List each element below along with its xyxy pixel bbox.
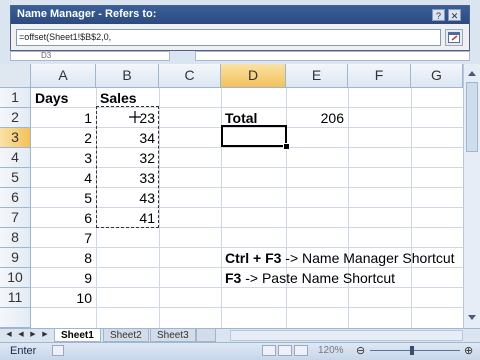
cell-b1[interactable]: Sales — [100, 88, 137, 108]
first-sheet-icon[interactable]: ◀ — [4, 330, 14, 340]
cell-a4[interactable]: 3 — [31, 148, 96, 168]
row-header-1[interactable]: 1 — [0, 88, 31, 108]
row-header-4[interactable]: 4 — [0, 148, 31, 168]
close-button[interactable]: ✕ — [448, 9, 461, 21]
fill-handle[interactable] — [283, 143, 290, 150]
zoom-level[interactable]: 120% — [318, 345, 344, 356]
cell-e2[interactable]: 206 — [286, 108, 348, 128]
column-header-f[interactable]: F — [348, 64, 411, 88]
tab-sheet1[interactable]: Sheet1 — [54, 329, 101, 342]
macro-record-icon[interactable] — [52, 345, 64, 356]
scroll-thumb[interactable] — [466, 82, 478, 152]
normal-view-icon[interactable] — [262, 345, 276, 356]
row-header-8[interactable]: 8 — [0, 228, 31, 248]
row-header-3[interactable]: 3 — [0, 128, 31, 148]
cell-b4[interactable]: 32 — [96, 148, 159, 168]
active-cell-d3[interactable] — [221, 125, 287, 147]
column-header-c[interactable]: C — [159, 64, 221, 88]
cell-a2[interactable]: 1 — [31, 108, 96, 128]
row-header-9[interactable]: 9 — [0, 248, 31, 268]
cell-a3[interactable]: 2 — [31, 128, 96, 148]
dialog-title-bar[interactable]: Name Manager - Refers to: ? ✕ — [11, 6, 469, 24]
shortcut-key: Ctrl + F3 — [225, 250, 282, 266]
scroll-up-icon[interactable] — [467, 69, 477, 77]
cell-a9[interactable]: 8 — [31, 248, 96, 268]
zoom-slider[interactable] — [370, 350, 460, 351]
gridline — [31, 307, 468, 308]
cell-d10[interactable]: F3 -> Paste Name Shortcut — [225, 268, 395, 288]
insert-sheet-icon[interactable] — [196, 329, 216, 342]
status-mode: Enter — [10, 345, 37, 357]
dialog-title: Name Manager - Refers to: — [17, 8, 157, 20]
prev-sheet-icon[interactable]: ◀ — [16, 330, 26, 340]
vertical-scrollbar[interactable] — [463, 64, 480, 328]
column-header-d[interactable]: D — [221, 64, 286, 88]
status-bar — [0, 342, 480, 360]
cell-a1[interactable]: Days — [35, 88, 68, 108]
cell-a5[interactable]: 4 — [31, 168, 96, 188]
cell-b7[interactable]: 41 — [96, 208, 159, 228]
shortcut-description: -> Paste Name Shortcut — [241, 270, 396, 286]
gridline — [221, 88, 222, 328]
tab-sheet3[interactable]: Sheet3 — [150, 329, 196, 342]
gridline — [348, 88, 349, 328]
gridline — [411, 88, 412, 328]
row-header-2[interactable]: 2 — [0, 108, 31, 128]
cross-cursor-icon — [129, 111, 141, 123]
cell-a11[interactable]: 10 — [31, 288, 96, 308]
cell-a7[interactable]: 6 — [31, 208, 96, 228]
zoom-slider-thumb[interactable] — [410, 346, 414, 355]
zoom-in-icon[interactable]: ⊕ — [464, 344, 473, 357]
help-button[interactable]: ? — [432, 9, 445, 21]
last-sheet-icon[interactable]: ▶ — [40, 330, 50, 340]
name-manager-dialog: Name Manager - Refers to: ? ✕ =offset(Sh… — [10, 5, 470, 51]
shortcut-description: -> Name Manager Shortcut — [281, 250, 455, 266]
row-header-12[interactable] — [0, 308, 31, 328]
horizontal-scrollbar[interactable] — [230, 330, 463, 341]
row-header-10[interactable]: 10 — [0, 268, 31, 288]
row-header-7[interactable]: 7 — [0, 208, 31, 228]
cell-a8[interactable]: 7 — [31, 228, 96, 248]
column-header-b[interactable]: B — [96, 64, 159, 88]
column-header-g[interactable]: G — [411, 64, 463, 88]
next-sheet-icon[interactable]: ▶ — [28, 330, 38, 340]
page-layout-view-icon[interactable] — [278, 345, 292, 356]
collapse-dialog-button[interactable] — [445, 29, 463, 46]
row-header-11[interactable]: 11 — [0, 288, 31, 308]
column-header-e[interactable]: E — [286, 64, 348, 88]
page-break-view-icon[interactable] — [294, 345, 308, 356]
scroll-down-icon[interactable] — [467, 314, 477, 322]
cell-d9[interactable]: Ctrl + F3 -> Name Manager Shortcut — [225, 248, 455, 268]
cell-b6[interactable]: 43 — [96, 188, 159, 208]
tab-sheet2[interactable]: Sheet2 — [103, 329, 149, 342]
collapse-icon — [448, 32, 460, 43]
formula-bar[interactable] — [195, 51, 470, 61]
row-header-5[interactable]: 5 — [0, 168, 31, 188]
cell-a10[interactable]: 9 — [31, 268, 96, 288]
cell-b5[interactable]: 33 — [96, 168, 159, 188]
row-header-6[interactable]: 6 — [0, 188, 31, 208]
name-box[interactable]: D3 — [10, 51, 170, 61]
zoom-out-icon[interactable]: ⊖ — [356, 344, 365, 357]
gridline — [159, 88, 160, 328]
cell-a6[interactable]: 5 — [31, 188, 96, 208]
select-all-corner[interactable] — [0, 64, 31, 88]
shortcut-key: F3 — [225, 270, 242, 286]
column-header-a[interactable]: A — [31, 64, 96, 88]
refers-to-input[interactable]: =offset(Sheet1!$B$2,0, — [16, 29, 441, 46]
cell-b3[interactable]: 34 — [96, 128, 159, 148]
